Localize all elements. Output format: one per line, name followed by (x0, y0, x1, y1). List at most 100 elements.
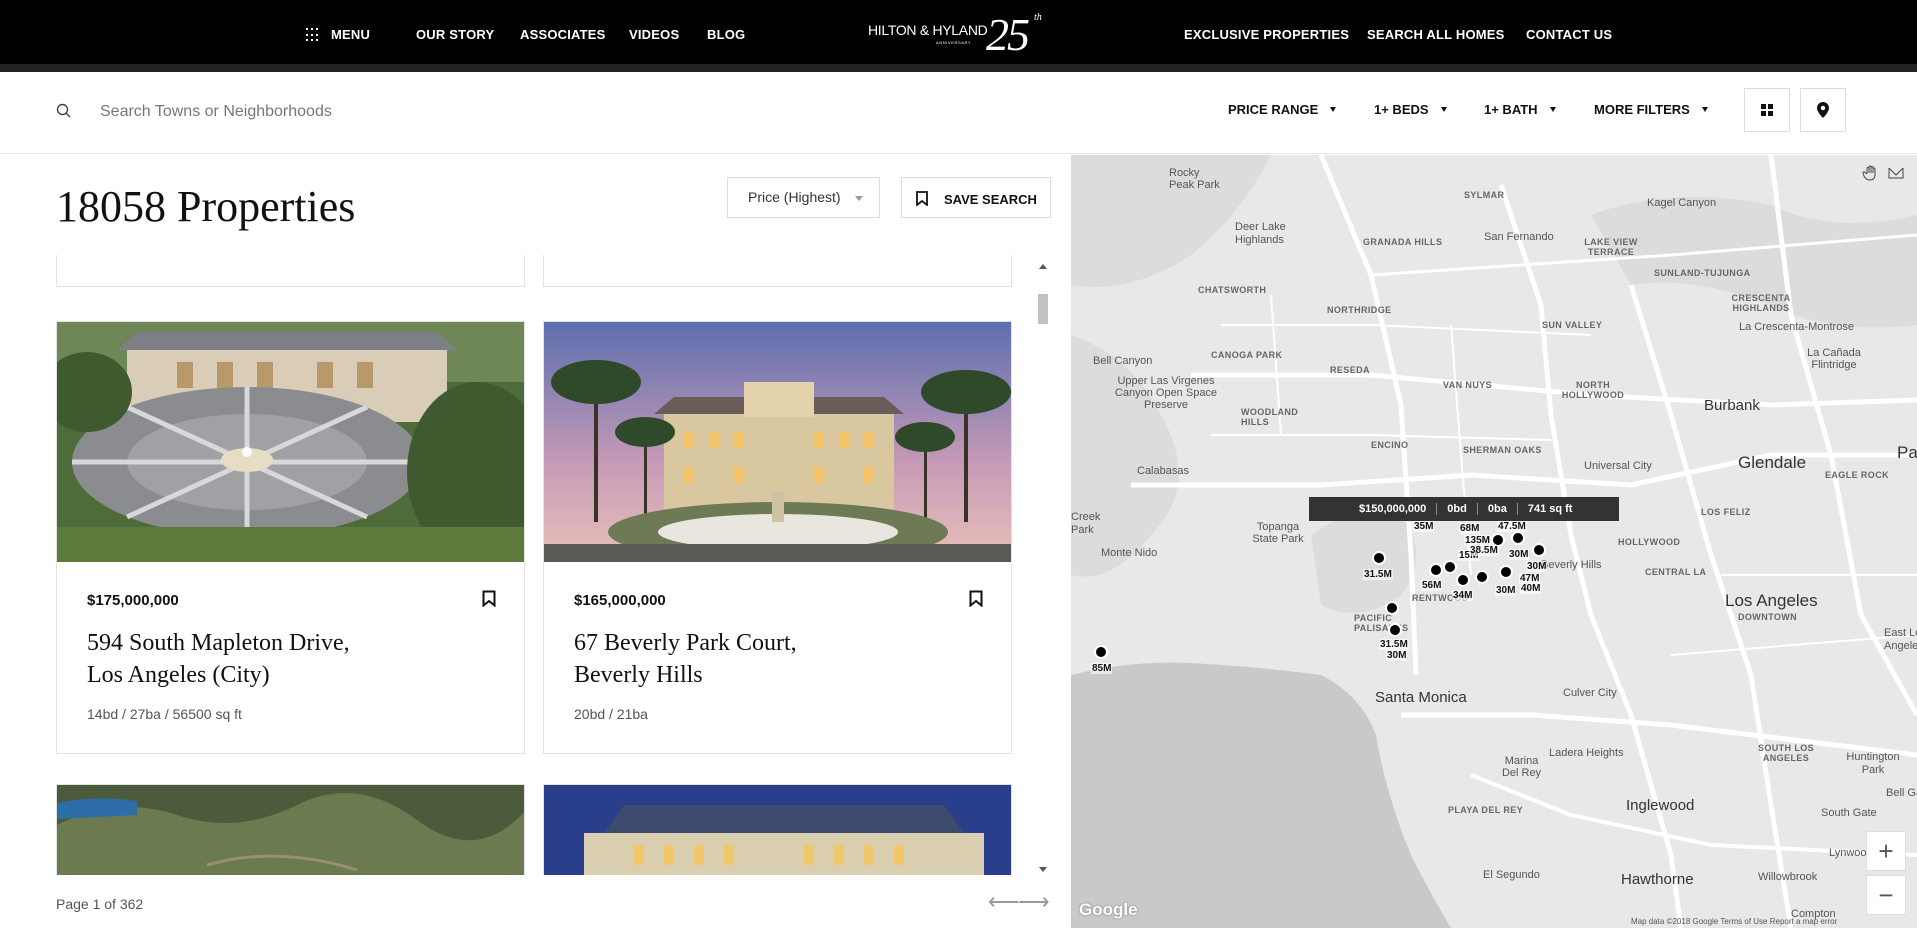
map-pin[interactable] (1372, 551, 1386, 565)
property-card-partial[interactable] (56, 255, 525, 287)
beds-dropdown[interactable]: 1+ BEDS (1374, 102, 1447, 117)
sort-dropdown[interactable]: Price (Highest) (727, 177, 880, 218)
save-search-button[interactable]: SAVE SEARCH (901, 177, 1051, 218)
property-card[interactable]: $175,000,000 594 South Mapleton Drive, L… (56, 321, 525, 754)
map-pin[interactable] (1385, 601, 1399, 615)
map-pin-label: 38.5M (1469, 545, 1499, 556)
map-pin[interactable] (1429, 563, 1443, 577)
property-address[interactable]: 594 South Mapleton Drive, Los Angeles (C… (87, 627, 417, 691)
map-pin[interactable] (1456, 573, 1470, 587)
map-label: La Crescenta-Montrose (1739, 321, 1854, 333)
property-card-partial[interactable] (543, 255, 1012, 287)
property-photo[interactable] (57, 322, 524, 562)
grid-view-button[interactable] (1744, 88, 1790, 132)
map-pin-label: 31.5M (1379, 639, 1409, 650)
results-map[interactable]: Rocky Peak Park SYLMAR Kagel Canyon Deer … (1071, 155, 1917, 928)
map-label: Upper Las Virgenes Canyon Open Space Pre… (1114, 375, 1218, 411)
map-pin-label: 47.5M (1497, 521, 1527, 532)
map-label: Huntington Park (1846, 751, 1900, 776)
next-page-arrow-icon[interactable]: ⟶ (1018, 889, 1050, 915)
search-icon[interactable] (55, 102, 73, 120)
scroll-down-arrow-icon[interactable] (1039, 867, 1047, 872)
bookmark-icon[interactable] (482, 590, 496, 607)
map-label: PLAYA DEL REY (1448, 805, 1524, 815)
property-count-title: 18058 Properties (56, 182, 356, 231)
property-card-partial[interactable] (543, 784, 1012, 875)
draw-shape-icon[interactable] (1886, 163, 1906, 183)
bookmark-icon[interactable] (969, 590, 983, 607)
map-view-button[interactable] (1800, 88, 1846, 132)
results-scroll-area[interactable]: $175,000,000 594 South Mapleton Drive, L… (56, 255, 1040, 875)
map-pin[interactable] (1475, 570, 1489, 584)
baths-dropdown[interactable]: 1+ BATH (1484, 102, 1556, 117)
nav-link-contact-us[interactable]: CONTACT US (1526, 27, 1612, 42)
map-label: Bell Canyon (1093, 355, 1153, 367)
previous-page-arrow-icon[interactable]: ⟵ (988, 889, 1020, 915)
map-pin-label: 34M (1452, 590, 1474, 601)
map-label: Calabasas (1137, 465, 1189, 477)
property-address[interactable]: 67 Beverly Park Court, Beverly Hills (574, 627, 904, 691)
menu-button[interactable]: MENU (331, 27, 370, 42)
scroll-up-arrow-icon[interactable] (1039, 264, 1047, 269)
map-label: Monte Nido (1101, 547, 1158, 559)
map-attribution[interactable]: Map data ©2018 Google Terms of Use Repor… (1631, 917, 1837, 926)
map-label: Pasa (1897, 443, 1917, 462)
map-label: Bell Gar (1886, 787, 1917, 799)
map-label: NORTH HOLLYWOOD (1561, 380, 1625, 400)
more-filters-label: MORE FILTERS (1594, 102, 1690, 117)
map-pin[interactable] (1443, 560, 1457, 574)
map-label: Creek Park (1071, 511, 1101, 536)
map-pin-label: 30M (1526, 561, 1548, 572)
map-pin-label: 30M (1508, 549, 1530, 560)
caret-down-icon (1701, 107, 1708, 112)
nav-link-our-story[interactable]: OUR STORY (416, 27, 494, 42)
property-photo[interactable] (544, 322, 1011, 562)
property-photo[interactable] (544, 785, 1012, 875)
nav-link-videos[interactable]: VIDEOS (629, 27, 679, 42)
address-line-2: Los Angeles (City) (87, 662, 270, 688)
google-logo: Google (1079, 900, 1138, 919)
scrollbar-thumb[interactable] (1038, 294, 1048, 324)
map-label: Universal City (1584, 460, 1652, 472)
map-pin-label: 31.5M (1363, 569, 1393, 580)
map-pin[interactable] (1388, 623, 1402, 637)
save-search-label: SAVE SEARCH (944, 192, 1037, 207)
zoom-in-button[interactable]: + (1866, 831, 1906, 871)
caret-down-icon (1330, 107, 1337, 112)
address-line-1: 67 Beverly Park Court, (574, 630, 797, 656)
listing-panel: 18058 Properties Price (Highest) SAVE SE… (0, 155, 1071, 928)
nav-link-exclusive-properties[interactable]: EXCLUSIVE PROPERTIES (1184, 27, 1349, 42)
map-pin-label: 47M (1519, 573, 1541, 584)
property-price: $165,000,000 (574, 592, 666, 609)
map-label: Burbank (1704, 397, 1760, 414)
nav-link-associates[interactable]: ASSOCIATES (520, 27, 606, 42)
search-input[interactable] (100, 97, 600, 127)
filter-bar: PRICE RANGE 1+ BEDS 1+ BATH MORE FILTERS (0, 72, 1917, 154)
map-pin[interactable] (1511, 531, 1525, 545)
nav-link-search-all-homes[interactable]: SEARCH ALL HOMES (1367, 27, 1505, 42)
map-label: GRANADA HILLS (1363, 237, 1443, 247)
property-photo[interactable] (57, 785, 525, 875)
property-card-partial[interactable] (56, 784, 525, 875)
map-pin-label: 40M (1520, 583, 1542, 594)
menu-grid-icon[interactable] (306, 28, 320, 42)
map-label: Willowbrook (1758, 871, 1818, 883)
map-label: Glendale (1738, 453, 1807, 472)
map-pin[interactable] (1094, 645, 1108, 659)
map-label: Los Angeles (1725, 591, 1818, 610)
hand-pan-icon[interactable] (1861, 163, 1881, 183)
property-specs: 20bd / 21ba (574, 706, 648, 722)
map-pin-label: 85M (1091, 663, 1113, 674)
map-label: Inglewood (1626, 797, 1695, 814)
pagination-info: Page 1 of 362 (56, 896, 144, 912)
results-scrollbar[interactable] (1036, 262, 1050, 876)
nav-link-blog[interactable]: BLOG (707, 27, 745, 42)
more-filters-dropdown[interactable]: MORE FILTERS (1594, 102, 1708, 117)
price-range-label: PRICE RANGE (1228, 102, 1319, 117)
zoom-out-button[interactable]: − (1866, 875, 1906, 915)
price-range-dropdown[interactable]: PRICE RANGE (1228, 102, 1337, 117)
property-card[interactable]: $165,000,000 67 Beverly Park Court, Beve… (543, 321, 1012, 754)
map-pin[interactable] (1532, 543, 1546, 557)
map-listing-tooltip[interactable]: $150,000,000 0bd 0ba 741 sq ft (1309, 497, 1619, 521)
map-pin[interactable] (1499, 565, 1513, 579)
